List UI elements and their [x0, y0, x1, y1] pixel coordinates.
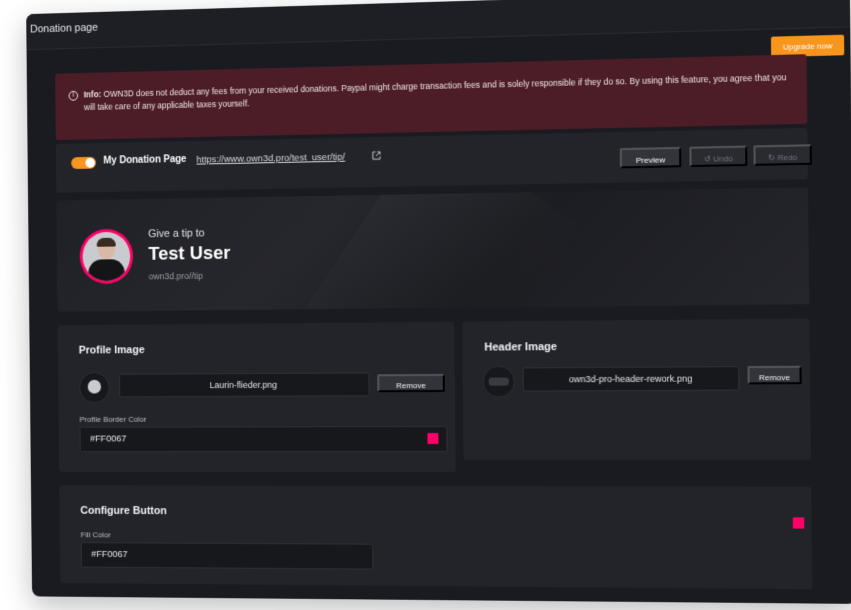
- header-image-title: Header Image: [484, 341, 558, 354]
- header-thumbnail-banner: [488, 377, 509, 386]
- profile-border-color-input[interactable]: #FF0067: [79, 425, 448, 453]
- profile-border-color-swatch[interactable]: [427, 432, 439, 445]
- info-message: OWN3D does not deduct any fees from your…: [83, 72, 787, 113]
- donation-banner-preview: Give a tip to Test User own3d.pro//tip: [56, 187, 810, 312]
- profile-image-thumbnail: [79, 371, 110, 404]
- donation-page-label: My Donation Page: [103, 153, 187, 167]
- username: Test User: [148, 242, 231, 265]
- profile-image-card: Profile Image Laurin-flieder.png Remove …: [57, 321, 456, 473]
- redo-button[interactable]: ↻ Redo: [753, 144, 812, 166]
- configure-button-title: Configure Button: [80, 504, 167, 518]
- app-window: Donation page Upgrade now i Info: OWN3D …: [26, 0, 851, 604]
- configure-button-card: Configure Button Fill Color #FF0067: [59, 485, 813, 590]
- avatar-photo: [82, 231, 131, 282]
- profile-thumbnail-face: [87, 379, 102, 394]
- page-title: Donation page: [30, 21, 98, 36]
- info-alert: i Info: OWN3D does not deduct any fees f…: [55, 54, 808, 141]
- redo-icon: ↻: [767, 153, 778, 163]
- profile-image-title: Profile Image: [78, 344, 145, 357]
- upgrade-button[interactable]: Upgrade now: [770, 34, 845, 58]
- header-image-card: Header Image own3d-pro-header-rework.png…: [462, 318, 811, 461]
- title-bar: Donation page: [26, 0, 851, 51]
- profile-image-remove-button[interactable]: Remove: [377, 373, 445, 393]
- avatar: [79, 228, 134, 285]
- tip-url: own3d.pro//tip: [148, 270, 204, 282]
- profile-border-color-value: #FF0067: [90, 433, 127, 445]
- avatar-hair: [96, 237, 116, 247]
- redo-label: Redo: [777, 152, 798, 163]
- header-image-file[interactable]: own3d-pro-header-rework.png: [522, 366, 740, 392]
- info-text: Info: OWN3D does not deduct any fees fro…: [84, 71, 791, 114]
- fill-color-swatch[interactable]: [792, 517, 805, 529]
- external-link-icon[interactable]: [372, 151, 381, 160]
- give-tip-text: Give a tip to: [148, 227, 205, 241]
- donation-page-toggle[interactable]: [71, 156, 96, 170]
- toggle-knob: [85, 157, 95, 168]
- header-image-remove-button[interactable]: Remove: [747, 365, 802, 385]
- preview-button[interactable]: Preview: [619, 146, 682, 169]
- fill-color-input[interactable]: #FF0067: [80, 542, 374, 570]
- undo-button[interactable]: ↺ Undo: [689, 145, 748, 168]
- undo-icon: ↺: [703, 154, 714, 164]
- fill-color-label: Fill Color: [80, 530, 111, 540]
- info-icon: i: [68, 90, 79, 101]
- avatar-body: [88, 259, 125, 282]
- donation-page-link[interactable]: https://www.own3d.pro/test_user/tip/: [196, 152, 345, 166]
- info-label: Info:: [83, 89, 102, 100]
- profile-image-file[interactable]: Laurin-flieder.png: [118, 372, 370, 398]
- header-image-thumbnail: [482, 365, 516, 398]
- fill-color-value: #FF0067: [91, 549, 128, 561]
- profile-border-color-label: Profile Border Color: [79, 414, 147, 424]
- undo-label: Undo: [713, 153, 733, 164]
